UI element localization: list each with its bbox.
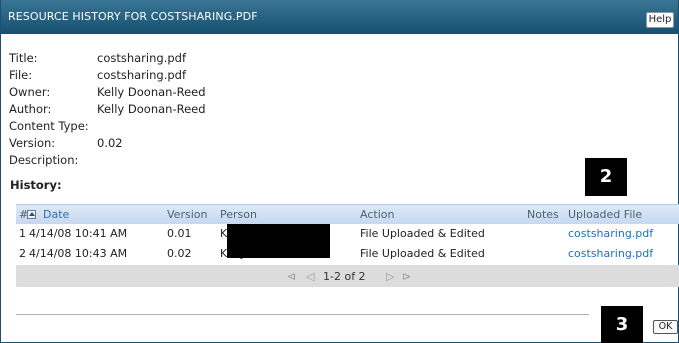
row-version: 0.01 xyxy=(167,227,192,240)
row-uploaded-file-link[interactable]: costsharing.pdf xyxy=(568,247,653,260)
row-uploaded-file-link[interactable]: costsharing.pdf xyxy=(568,227,653,240)
pager-range: 1-2 of 2 xyxy=(323,270,366,283)
row-version: 0.02 xyxy=(167,247,192,260)
col-header-person[interactable]: Person xyxy=(220,208,257,221)
meta-version-key: Version: xyxy=(9,136,56,150)
meta-title-value: costsharing.pdf xyxy=(97,51,187,65)
row-date: 4/14/08 10:41 AM xyxy=(29,227,128,240)
col-header-date[interactable]: Date xyxy=(43,208,69,221)
row-num: 2 xyxy=(19,247,26,260)
resource-metadata: Title: costsharing.pdf File: costsharing… xyxy=(9,50,206,169)
history-heading: History: xyxy=(10,178,62,192)
meta-file-value: costsharing.pdf xyxy=(97,68,187,82)
meta-author-value: Kelly Doonan-Reed xyxy=(97,102,206,116)
meta-description-key: Description: xyxy=(9,153,79,167)
pager-next-icon[interactable]: ▷ xyxy=(386,270,394,283)
col-header-version[interactable]: Version xyxy=(167,208,207,221)
history-table-header: # Date Version Person Action Notes Uploa… xyxy=(16,204,679,224)
col-header-uploaded-file[interactable]: Uploaded File xyxy=(568,208,642,221)
meta-owner-value: Kelly Doonan-Reed xyxy=(97,85,206,99)
meta-owner-row: Owner: Kelly Doonan-Reed xyxy=(9,84,206,101)
meta-description-row: Description: xyxy=(9,152,206,169)
row-num: 1 xyxy=(19,227,26,240)
table-row: 2 4/14/08 10:43 AM 0.02 Kelly Doonan-Ree… xyxy=(16,244,679,264)
meta-title-key: Title: xyxy=(9,51,38,65)
meta-file-row: File: costsharing.pdf xyxy=(9,67,206,84)
help-button[interactable]: Help xyxy=(646,12,674,28)
col-header-action[interactable]: Action xyxy=(360,208,394,221)
footer-divider xyxy=(16,314,589,315)
meta-author-key: Author: xyxy=(9,102,52,116)
annotation-badge-2: 2 xyxy=(585,158,627,196)
row-action: File Uploaded & Edited xyxy=(360,247,485,260)
pager-last-icon[interactable]: ⊳ xyxy=(402,270,411,283)
ok-button[interactable]: OK xyxy=(653,320,678,334)
resource-history-dialog: RESOURCE HISTORY FOR COSTSHARING.PDF Hel… xyxy=(0,0,679,343)
table-row: 1 4/14/08 10:41 AM 0.01 K File Uploaded … xyxy=(16,224,679,244)
annotation-badge-3: 3 xyxy=(601,306,643,343)
meta-file-key: File: xyxy=(9,68,33,82)
meta-version-row: Version: 0.02 xyxy=(9,135,206,152)
row-date: 4/14/08 10:43 AM xyxy=(29,247,128,260)
history-table: # Date Version Person Action Notes Uploa… xyxy=(16,204,679,264)
meta-content-type-row: Content Type: xyxy=(9,118,206,135)
sort-toggle-icon[interactable] xyxy=(27,210,36,219)
meta-content-type-key: Content Type: xyxy=(9,119,89,133)
col-header-notes[interactable]: Notes xyxy=(527,208,559,221)
meta-version-value: 0.02 xyxy=(97,136,123,150)
dialog-title: RESOURCE HISTORY FOR COSTSHARING.PDF xyxy=(8,10,258,23)
redaction-box xyxy=(227,224,330,258)
dialog-titlebar: RESOURCE HISTORY FOR COSTSHARING.PDF Hel… xyxy=(1,0,678,34)
row-action: File Uploaded & Edited xyxy=(360,227,485,240)
pager-first-icon[interactable]: ⊲ xyxy=(287,270,296,283)
meta-title-row: Title: costsharing.pdf xyxy=(9,50,206,67)
meta-owner-key: Owner: xyxy=(9,85,51,99)
meta-author-row: Author: Kelly Doonan-Reed xyxy=(9,101,206,118)
history-pager: ⊲ ◁ 1-2 of 2 ▷ ⊳ xyxy=(16,265,679,287)
pager-prev-icon[interactable]: ◁ xyxy=(306,270,314,283)
